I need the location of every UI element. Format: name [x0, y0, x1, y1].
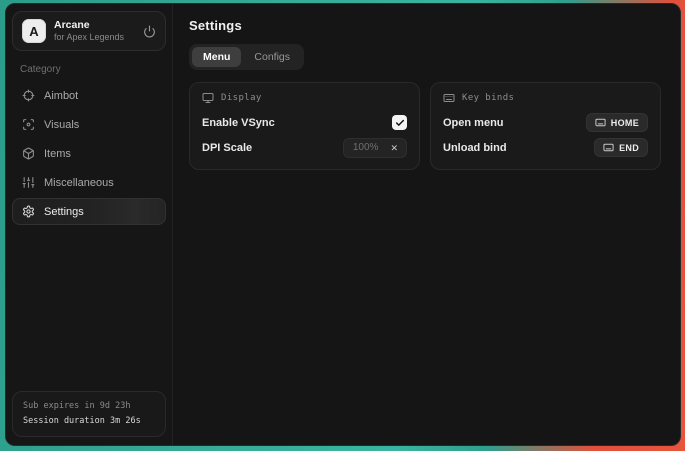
unload-bind-row: Unload bind END: [443, 136, 648, 159]
sub-expiry-text: Sub expires in 9d 23h: [23, 399, 155, 413]
dpi-label: DPI Scale: [202, 142, 252, 154]
sidebar-item-aimbot[interactable]: Aimbot: [12, 82, 166, 109]
keyboard-icon: [595, 117, 606, 128]
dpi-clear-button[interactable]: ✕: [387, 138, 406, 158]
category-label: Category: [20, 64, 158, 75]
sidebar-item-visuals[interactable]: Visuals: [12, 111, 166, 138]
keybinds-card-title: Key binds: [462, 93, 514, 103]
sidebar-item-items[interactable]: Items: [12, 140, 166, 167]
power-icon[interactable]: [143, 25, 156, 38]
keyboard-icon: [603, 142, 614, 153]
main-content: Settings Menu Configs Display Enable VSy…: [173, 4, 680, 445]
sidebar-item-label: Aimbot: [44, 90, 78, 102]
sidebar-item-label: Visuals: [44, 119, 79, 131]
display-card-header: Display: [202, 92, 407, 104]
sidebar-item-label: Items: [44, 148, 71, 160]
sidebar-item-settings[interactable]: Settings: [12, 198, 166, 225]
sidebar-item-label: Settings: [44, 206, 84, 218]
monitor-icon: [202, 92, 214, 104]
display-card: Display Enable VSync DPI Scale 100% ✕: [189, 82, 420, 170]
app-subtitle: for Apex Legends: [54, 32, 135, 43]
tab-configs[interactable]: Configs: [243, 47, 301, 67]
subscription-info: Sub expires in 9d 23h Session duration 3…: [12, 391, 166, 437]
sliders-icon: [22, 176, 35, 189]
open-menu-key: HOME: [611, 118, 639, 128]
app-name: Arcane: [54, 19, 135, 32]
keybinds-card-header: Key binds: [443, 92, 648, 104]
open-menu-keybind[interactable]: HOME: [586, 113, 648, 132]
sidebar-item-miscellaneous[interactable]: Miscellaneous: [12, 169, 166, 196]
unload-bind-key: END: [619, 143, 639, 153]
eye-scan-icon: [22, 118, 35, 131]
page-title: Settings: [189, 18, 664, 33]
open-menu-label: Open menu: [443, 117, 504, 129]
dpi-scale-input[interactable]: 100%: [344, 142, 388, 153]
settings-cards: Display Enable VSync DPI Scale 100% ✕: [189, 82, 664, 170]
check-icon: [395, 118, 405, 128]
app-logo: A: [22, 19, 46, 43]
vsync-label: Enable VSync: [202, 117, 275, 129]
app-meta: Arcane for Apex Legends: [54, 19, 135, 43]
sidebar: A Arcane for Apex Legends Category Aimbo…: [6, 4, 173, 445]
tab-group: Menu Configs: [189, 44, 304, 70]
session-duration-text: Session duration 3m 26s: [23, 414, 155, 428]
keyboard-icon: [443, 92, 455, 104]
display-card-title: Display: [221, 93, 262, 103]
vsync-checkbox[interactable]: [392, 115, 407, 130]
category-nav: Aimbot Visuals Items Miscellaneous: [12, 82, 166, 225]
tab-menu[interactable]: Menu: [192, 47, 241, 67]
unload-bind-label: Unload bind: [443, 142, 507, 154]
app-window: A Arcane for Apex Legends Category Aimbo…: [5, 3, 681, 446]
vsync-row: Enable VSync: [202, 111, 407, 134]
gear-icon: [22, 205, 35, 218]
keybinds-card: Key binds Open menu HOME Unload bind: [430, 82, 661, 170]
crosshair-icon: [22, 89, 35, 102]
cube-icon: [22, 147, 35, 160]
open-menu-row: Open menu HOME: [443, 111, 648, 134]
app-header: A Arcane for Apex Legends: [12, 11, 166, 51]
unload-bind-keybind[interactable]: END: [594, 138, 648, 157]
sidebar-item-label: Miscellaneous: [44, 177, 114, 189]
dpi-row: DPI Scale 100% ✕: [202, 136, 407, 159]
dpi-control: 100% ✕: [343, 138, 407, 158]
